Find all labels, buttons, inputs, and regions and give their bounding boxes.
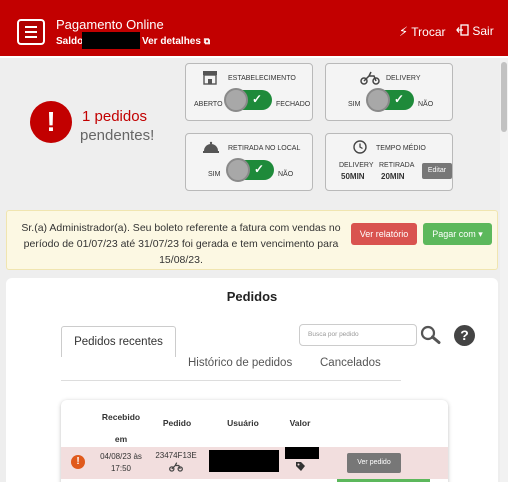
trocar-button[interactable]: ⚡︎ Trocar	[399, 24, 446, 40]
top-header: Pagamento Online Saldo Ver detalhes ⧉ ⚡︎…	[0, 0, 508, 58]
row-recebido: 04/08/23 às 17:50	[100, 452, 142, 473]
trocar-label: Trocar	[411, 25, 446, 39]
sair-label: Sair	[472, 24, 494, 38]
hamburger-menu-button[interactable]	[17, 19, 45, 45]
card-retirada: RETIRADA NO LOCAL SIM ✓ NÃO	[185, 133, 313, 191]
col-recebido-em: Recebido em	[101, 412, 141, 444]
help-icon[interactable]: ?	[454, 325, 475, 346]
delivery-toggle[interactable]: ✓	[366, 88, 414, 112]
col-pedido: Pedido	[162, 418, 192, 428]
tempo-retirada-value: 20MIN	[381, 172, 405, 181]
boleto-warning: Sr.(a) Administrador(a). Seu boleto refe…	[6, 210, 498, 270]
row-usuario-redacted	[209, 450, 279, 472]
store-icon	[202, 70, 218, 88]
motorcycle-icon	[360, 70, 380, 88]
card-tempo-title: TEMPO MÉDIO	[376, 145, 426, 152]
warning-icon: !	[71, 455, 85, 469]
tempo-delivery-label: DELIVERY	[339, 162, 374, 169]
delivery-sim-label: SIM	[348, 101, 361, 108]
estabelecimento-aberto-label: ABERTO	[194, 101, 223, 108]
estabelecimento-toggle[interactable]: ✓	[224, 88, 272, 112]
pedidos-panel: Pedidos Pedidos recentes Histórico de pe…	[6, 278, 498, 482]
saldo-value-redacted	[82, 32, 140, 49]
row-pedido: 23474F13E	[155, 451, 197, 460]
card-estabelecimento: ESTABELECIMENTO ABERTO ✓ FECHADO	[185, 63, 313, 121]
external-link-icon: ⧉	[203, 36, 211, 46]
card-tempo-medio: TEMPO MÉDIO DELIVERY 50MIN RETIRADA 20MI…	[325, 133, 453, 191]
check-icon: ✓	[394, 92, 405, 106]
toggle-knob	[366, 88, 390, 112]
ver-relatorio-button[interactable]: Ver relatório	[351, 223, 417, 245]
card-retirada-title: RETIRADA NO LOCAL	[228, 145, 301, 152]
scrollbar-thumb[interactable]	[501, 62, 507, 132]
delivery-nao-label: NÃO	[418, 101, 434, 108]
tempo-delivery-value: 50MIN	[341, 172, 365, 181]
ver-detalhes-label: Ver detalhes	[142, 36, 201, 47]
logout-icon	[456, 24, 472, 38]
clock-icon	[353, 140, 367, 157]
search-pedido-input[interactable]: Busca por pedido	[299, 324, 417, 346]
saldo-label: Saldo	[56, 36, 84, 47]
retirada-sim-label: SIM	[208, 171, 221, 178]
pedidos-title: Pedidos	[226, 289, 278, 304]
boleto-warning-text: Sr.(a) Administrador(a). Seu boleto refe…	[21, 222, 341, 266]
tab-historico[interactable]: Histórico de pedidos	[188, 357, 292, 369]
pagar-com-dropdown[interactable]: Pagar com ▾	[423, 223, 492, 245]
tab-pedidos-recentes[interactable]: Pedidos recentes	[61, 326, 176, 357]
retirada-nao-label: NÃO	[278, 171, 294, 178]
ver-detalhes-link[interactable]: Ver detalhes ⧉	[142, 36, 210, 47]
ver-pedido-button[interactable]: Ver pedido	[347, 453, 401, 473]
sair-button[interactable]: Sair	[456, 24, 494, 38]
toggle-knob	[224, 88, 248, 112]
card-delivery-title: DELIVERY	[386, 75, 421, 82]
col-valor: Valor	[289, 418, 311, 428]
estabelecimento-fechado-label: FECHADO	[276, 101, 311, 108]
tabs-divider	[61, 380, 401, 381]
motorcycle-icon	[169, 461, 183, 475]
search-placeholder: Busca por pedido	[308, 331, 359, 338]
pending-count: 1 pedidos	[82, 108, 148, 125]
pending-label: pendentes!	[80, 127, 155, 144]
tag-icon	[295, 461, 306, 474]
check-icon: ✓	[252, 92, 263, 106]
editar-tempo-button[interactable]: Editar	[422, 163, 452, 179]
tempo-retirada-label: RETIRADA	[379, 162, 415, 169]
tab-cancelados[interactable]: Cancelados	[320, 357, 381, 369]
row-valor-redacted	[285, 447, 319, 459]
search-icon[interactable]	[418, 324, 444, 346]
pending-alert-icon: !	[30, 101, 72, 143]
check-icon: ✓	[254, 162, 265, 176]
table-row[interactable]: ! 04/08/23 às 17:50 23474F13E Ver pedido	[61, 447, 448, 479]
pedidos-table: Recebido em Pedido Usuário Valor ! 04/08…	[61, 400, 448, 482]
col-usuario: Usuário	[227, 418, 259, 428]
app-title: Pagamento Online	[56, 17, 164, 32]
retirada-toggle[interactable]: ✓	[226, 158, 274, 182]
cloche-icon	[202, 140, 220, 157]
card-delivery: DELIVERY SIM ✓ NÃO	[325, 63, 453, 121]
card-estabelecimento-title: ESTABELECIMENTO	[228, 75, 296, 82]
toggle-knob	[226, 158, 250, 182]
bolt-icon: ⚡︎	[399, 24, 409, 39]
